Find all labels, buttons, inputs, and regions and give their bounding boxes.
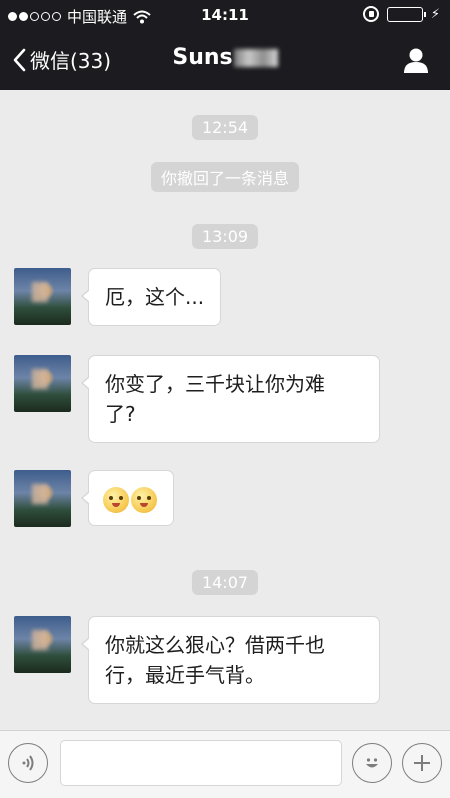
message-text: 你就这么狠心？借两千也 (105, 633, 325, 657)
avatar[interactable] (14, 268, 71, 325)
avatar[interactable] (14, 355, 71, 412)
timestamp: 13:09 (191, 224, 259, 249)
message-input[interactable] (60, 740, 342, 786)
avatar[interactable] (14, 470, 71, 527)
message-bubble[interactable]: 你就这么狠心？借两千也 行，最近手气背。 (81, 616, 380, 704)
emoji-button[interactable] (352, 743, 392, 783)
message-bubble[interactable]: 你变了，三千块让你为难 了? (81, 355, 380, 443)
voice-icon (22, 755, 34, 771)
chat-title-text: Suns (172, 45, 233, 70)
voice-button[interactable] (8, 743, 48, 783)
avatar[interactable] (14, 616, 71, 673)
message-list[interactable]: 12:54 你撤回了一条消息 13:09 厄，这个... 你变了，三千块让你为难… (0, 90, 450, 730)
chat-title: Suns (0, 45, 450, 70)
status-bar: 中国联通 14:11 ⚡ (0, 0, 450, 30)
message-text: 了? (105, 402, 136, 426)
smiley-icon (366, 758, 378, 768)
message-text: 行，最近手气背。 (105, 663, 265, 687)
input-bar (0, 730, 450, 798)
timestamp: 12:54 (191, 115, 259, 140)
more-button[interactable] (402, 743, 442, 783)
timestamp: 14:07 (191, 570, 259, 595)
grinning-face-icon (103, 486, 129, 513)
battery-icon (386, 6, 426, 22)
redacted-name (233, 49, 278, 67)
message-text: 你变了，三千块让你为难 (105, 372, 325, 396)
plus-icon (414, 755, 430, 771)
recall-notice: 你撤回了一条消息 (150, 162, 300, 192)
person-icon[interactable] (402, 46, 430, 74)
rotation-lock-icon (362, 6, 379, 22)
nav-bar: 微信(33) Suns (0, 30, 450, 90)
message-text: 厄，这个... (105, 285, 205, 309)
message-bubble[interactable] (81, 470, 174, 526)
charging-icon: ⚡ (430, 6, 440, 22)
message-bubble[interactable]: 厄，这个... (80, 268, 222, 326)
grinning-face-icon (131, 486, 157, 513)
